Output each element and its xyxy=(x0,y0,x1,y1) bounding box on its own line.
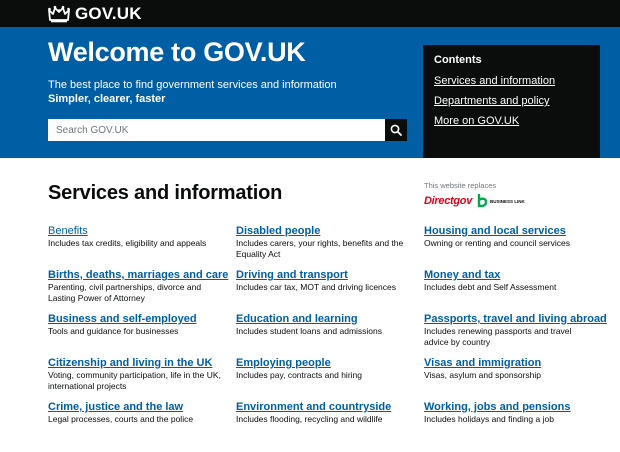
service-item: Business and self-employed Tools and gui… xyxy=(48,313,236,357)
service-link-environment[interactable]: Environment and countryside xyxy=(236,401,414,413)
top-bar: GOV.UK xyxy=(0,0,620,27)
hero-strapline: Simpler, clearer, faster xyxy=(48,93,166,105)
search-form xyxy=(48,119,407,141)
services-grid: Benefits Includes tax credits, eligibili… xyxy=(48,225,608,445)
service-link-citizenship[interactable]: Citizenship and living in the UK xyxy=(48,357,226,369)
business-link-text: BUSINESS LINK xyxy=(490,198,525,204)
service-description: Owning or renting and council services xyxy=(424,238,570,248)
service-description: Parenting, civil partnerships, divorce a… xyxy=(48,282,202,303)
service-item: Education and learning Includes student … xyxy=(236,313,424,357)
service-link-passports[interactable]: Passports, travel and living abroad xyxy=(424,313,607,325)
service-link-disabled-people[interactable]: Disabled people xyxy=(236,225,414,237)
service-item: Visas and immigration Visas, asylum and … xyxy=(424,357,608,401)
service-link-employing[interactable]: Employing people xyxy=(236,357,414,369)
govuk-logo-link[interactable]: GOV.UK xyxy=(48,4,142,24)
contents-title: Contents xyxy=(434,54,482,66)
contents-box: Contents Services and information Depart… xyxy=(423,45,600,158)
service-description: Includes debt and Self Assessment xyxy=(424,282,557,292)
replaced-logos: Directgov BUSINESS LINK xyxy=(424,194,544,208)
service-item: Driving and transport Includes car tax, … xyxy=(236,269,424,313)
service-link-working-jobs[interactable]: Working, jobs and pensions xyxy=(424,401,598,413)
service-item: Working, jobs and pensions Includes holi… xyxy=(424,401,608,445)
page-title: Welcome to GOV.UK xyxy=(48,37,306,67)
service-link-visas[interactable]: Visas and immigration xyxy=(424,357,598,369)
service-link-crime-justice[interactable]: Crime, justice and the law xyxy=(48,401,226,413)
service-link-money-tax[interactable]: Money and tax xyxy=(424,269,598,281)
search-button[interactable] xyxy=(385,119,407,141)
contents-link-services[interactable]: Services and information xyxy=(434,75,589,87)
service-link-benefits[interactable]: Benefits xyxy=(48,225,226,237)
service-item: Housing and local services Owning or ren… xyxy=(424,225,608,269)
service-link-business[interactable]: Business and self-employed xyxy=(48,313,226,325)
service-description: Includes student loans and admissions xyxy=(236,326,383,336)
service-description: Includes tax credits, eligibility and ap… xyxy=(48,238,207,248)
business-link-logo: BUSINESS LINK xyxy=(476,194,525,208)
service-description: Legal processes, courts and the police xyxy=(48,414,194,424)
business-link-icon xyxy=(477,194,488,208)
service-description: Includes renewing passports and travel a… xyxy=(424,326,572,347)
service-description: Includes holidays and finding a job xyxy=(424,414,554,424)
hero-subtitle: The best place to find government servic… xyxy=(48,79,337,91)
contents-link-more[interactable]: More on GOV.UK xyxy=(434,115,589,127)
service-item: Employing people Includes pay, contracts… xyxy=(236,357,424,401)
search-input[interactable] xyxy=(48,119,385,141)
replaces-text: This website replaces xyxy=(424,181,497,190)
service-description: Visas, asylum and sponsorship xyxy=(424,370,542,380)
section-title: Services and information xyxy=(48,182,283,204)
service-item: Disabled people Includes carers, your ri… xyxy=(236,225,424,269)
service-description: Includes car tax, MOT and driving licenc… xyxy=(236,282,396,292)
service-link-driving[interactable]: Driving and transport xyxy=(236,269,414,281)
service-description: Tools and guidance for businesses xyxy=(48,326,179,336)
service-item: Environment and countryside Includes flo… xyxy=(236,401,424,445)
service-item: Money and tax Includes debt and Self Ass… xyxy=(424,269,608,313)
magnifying-glass-icon xyxy=(390,124,402,136)
service-description: Voting, community participation, life in… xyxy=(48,370,221,391)
service-item: Citizenship and living in the UK Voting,… xyxy=(48,357,236,401)
service-description: Includes pay, contracts and hiring xyxy=(236,370,362,380)
service-description: Includes flooding, recycling and wildlif… xyxy=(236,414,383,424)
service-item: Benefits Includes tax credits, eligibili… xyxy=(48,225,236,269)
service-link-education[interactable]: Education and learning xyxy=(236,313,414,325)
service-link-housing[interactable]: Housing and local services xyxy=(424,225,598,237)
service-item: Passports, travel and living abroad Incl… xyxy=(424,313,608,357)
service-item: Births, deaths, marriages and care Paren… xyxy=(48,269,236,313)
replaces-box: This website replaces Directgov BUSINESS… xyxy=(424,181,544,208)
contents-link-departments[interactable]: Departments and policy xyxy=(434,95,589,107)
directgov-logo: Directgov xyxy=(424,195,473,207)
crown-icon xyxy=(48,5,70,23)
service-link-births-deaths[interactable]: Births, deaths, marriages and care xyxy=(48,269,228,281)
service-item: Crime, justice and the law Legal process… xyxy=(48,401,236,445)
logo-text: GOV.UK xyxy=(75,4,142,23)
service-description: Includes carers, your rights, benefits a… xyxy=(236,238,404,259)
